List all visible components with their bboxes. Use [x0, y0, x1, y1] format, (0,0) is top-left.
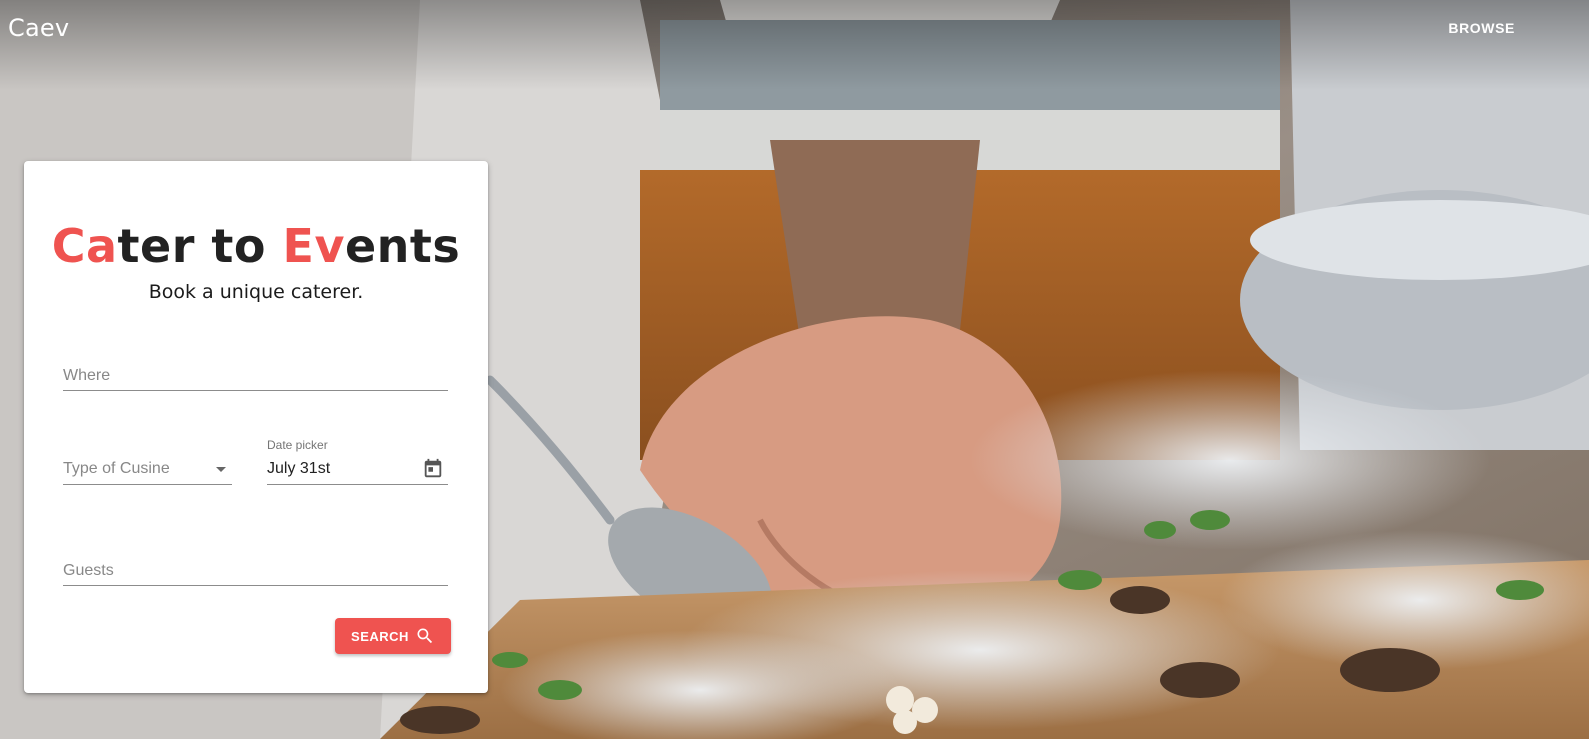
chevron-down-icon: [216, 466, 226, 472]
calendar-button[interactable]: [422, 458, 448, 484]
where-input[interactable]: [63, 363, 448, 391]
title-accent-2: Ev: [282, 219, 345, 273]
browse-button[interactable]: BROWSE: [1436, 12, 1527, 44]
title-part-1: ter to: [117, 219, 283, 273]
app-bar: Caev BROWSE: [0, 0, 1589, 56]
date-picker-field[interactable]: July 31st: [267, 457, 448, 485]
page-subtitle: Book a unique caterer.: [148, 281, 364, 303]
search-button-label: SEARCH: [351, 628, 409, 644]
brand-logo[interactable]: Caev: [8, 14, 69, 42]
date-value: July 31st: [267, 459, 331, 477]
page-title: Cater to Events: [24, 219, 488, 273]
title-accent-1: Ca: [51, 219, 118, 273]
guests-input[interactable]: [63, 558, 448, 586]
cuisine-select[interactable]: Type of Cusine: [63, 458, 232, 485]
guests-field: [63, 558, 448, 586]
title-part-2: ents: [344, 219, 461, 273]
search-card: Cater to Events Book a unique caterer. T…: [24, 161, 488, 693]
where-field: [63, 363, 448, 391]
date-picker-label: Date picker: [267, 438, 328, 452]
calendar-icon: [424, 458, 442, 477]
search-icon: [417, 628, 433, 644]
search-button[interactable]: SEARCH: [335, 618, 451, 654]
cuisine-placeholder: Type of Cusine: [63, 460, 170, 477]
